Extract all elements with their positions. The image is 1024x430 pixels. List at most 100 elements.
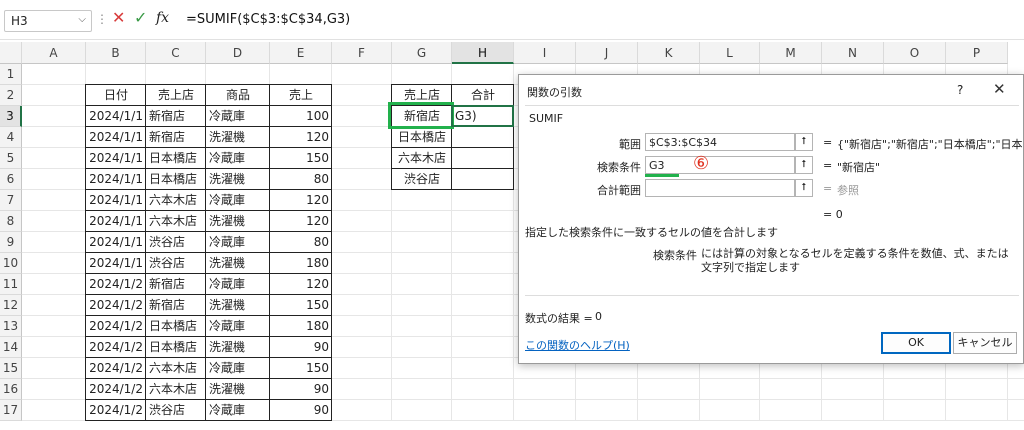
store-cell[interactable]: 六本木店 — [146, 358, 206, 379]
column-header[interactable]: L — [700, 42, 760, 64]
column-header[interactable]: K — [638, 42, 700, 64]
column-header[interactable]: F — [332, 42, 392, 64]
column-header[interactable]: J — [576, 42, 638, 64]
date-cell[interactable]: 2024/1/2 — [86, 295, 146, 316]
sales-cell[interactable]: 120 — [270, 190, 332, 211]
row-header[interactable]: 13 — [0, 316, 22, 337]
summary-store[interactable]: 六本木店 — [392, 148, 452, 169]
row-header[interactable]: 10 — [0, 253, 22, 274]
date-cell[interactable]: 2024/1/1 — [86, 106, 146, 127]
function-help-link[interactable]: この関数のヘルプ(H) — [525, 337, 630, 353]
sales-cell[interactable]: 180 — [270, 316, 332, 337]
column-header[interactable]: G — [392, 42, 452, 64]
summary-store[interactable]: 渋谷店 — [392, 169, 452, 190]
summary-header[interactable]: 合計 — [452, 85, 514, 106]
sales-cell[interactable]: 80 — [270, 232, 332, 253]
date-cell[interactable]: 2024/1/2 — [86, 358, 146, 379]
sales-cell[interactable]: 150 — [270, 148, 332, 169]
cancel-icon[interactable]: ✕ — [112, 8, 125, 27]
sales-cell[interactable]: 90 — [270, 400, 332, 421]
insert-function-icon[interactable]: fx — [156, 10, 169, 26]
table-header[interactable]: 商品 — [206, 85, 270, 106]
range-field[interactable]: $C$3:$C$34 — [645, 133, 795, 151]
date-cell[interactable]: 2024/1/2 — [86, 379, 146, 400]
select-all-corner[interactable] — [0, 42, 22, 64]
product-cell[interactable]: 洗濯機 — [206, 127, 270, 148]
product-cell[interactable]: 洗濯機 — [206, 337, 270, 358]
product-cell[interactable]: 冷蔵庫 — [206, 400, 270, 421]
row-header[interactable]: 16 — [0, 379, 22, 400]
sales-cell[interactable]: 180 — [270, 253, 332, 274]
store-cell[interactable]: 日本橋店 — [146, 169, 206, 190]
ok-button[interactable]: OK — [881, 332, 951, 354]
column-header[interactable]: C — [146, 42, 206, 64]
column-header[interactable]: O — [884, 42, 946, 64]
store-cell[interactable]: 六本木店 — [146, 211, 206, 232]
product-cell[interactable]: 冷蔵庫 — [206, 358, 270, 379]
row-header[interactable]: 15 — [0, 358, 22, 379]
column-header[interactable]: I — [514, 42, 576, 64]
date-cell[interactable]: 2024/1/1 — [86, 190, 146, 211]
store-cell[interactable]: 六本木店 — [146, 379, 206, 400]
product-cell[interactable]: 冷蔵庫 — [206, 106, 270, 127]
sales-cell[interactable]: 150 — [270, 295, 332, 316]
help-icon[interactable]: ? — [957, 83, 963, 97]
store-cell[interactable]: 日本橋店 — [146, 316, 206, 337]
column-header[interactable]: B — [86, 42, 146, 64]
date-cell[interactable]: 2024/1/1 — [86, 148, 146, 169]
row-header[interactable]: 9 — [0, 232, 22, 253]
product-cell[interactable]: 冷蔵庫 — [206, 148, 270, 169]
row-header[interactable]: 3 — [0, 106, 22, 127]
sales-cell[interactable]: 120 — [270, 274, 332, 295]
collapse-icon[interactable]: ⭡ — [795, 133, 813, 151]
sales-cell[interactable]: 90 — [270, 337, 332, 358]
product-cell[interactable]: 冷蔵庫 — [206, 232, 270, 253]
store-cell[interactable]: 日本橋店 — [146, 337, 206, 358]
row-header[interactable]: 1 — [0, 64, 22, 85]
row-header[interactable]: 2 — [0, 85, 22, 106]
row-header[interactable]: 11 — [0, 274, 22, 295]
date-cell[interactable]: 2024/1/1 — [86, 253, 146, 274]
column-header[interactable]: D — [206, 42, 270, 64]
date-cell[interactable]: 2024/1/1 — [86, 211, 146, 232]
sales-cell[interactable]: 120 — [270, 211, 332, 232]
product-cell[interactable]: 洗濯機 — [206, 253, 270, 274]
collapse-icon[interactable]: ⭡ — [795, 179, 813, 197]
column-header[interactable]: N — [822, 42, 884, 64]
store-cell[interactable]: 新宿店 — [146, 295, 206, 316]
row-header[interactable]: 6 — [0, 169, 22, 190]
date-cell[interactable]: 2024/1/2 — [86, 274, 146, 295]
date-cell[interactable]: 2024/1/2 — [86, 316, 146, 337]
date-cell[interactable]: 2024/1/1 — [86, 169, 146, 190]
table-header[interactable]: 売上店 — [146, 85, 206, 106]
enter-icon[interactable]: ✓ — [134, 8, 147, 27]
column-header[interactable]: A — [22, 42, 86, 64]
sum-range-field[interactable] — [645, 179, 795, 197]
store-cell[interactable]: 六本木店 — [146, 190, 206, 211]
row-header[interactable]: 4 — [0, 127, 22, 148]
store-cell[interactable]: 渋谷店 — [146, 400, 206, 421]
date-cell[interactable]: 2024/1/1 — [86, 127, 146, 148]
date-cell[interactable]: 2024/1/1 — [86, 232, 146, 253]
column-header[interactable]: E — [270, 42, 332, 64]
date-cell[interactable]: 2024/1/2 — [86, 337, 146, 358]
sales-cell[interactable]: 100 — [270, 106, 332, 127]
sales-cell[interactable]: 90 — [270, 379, 332, 400]
product-cell[interactable]: 洗濯機 — [206, 169, 270, 190]
column-header[interactable]: P — [946, 42, 1008, 64]
store-cell[interactable]: 渋谷店 — [146, 232, 206, 253]
product-cell[interactable]: 洗濯機 — [206, 295, 270, 316]
sales-cell[interactable]: 80 — [270, 169, 332, 190]
product-cell[interactable]: 洗濯機 — [206, 379, 270, 400]
column-header[interactable]: H — [452, 42, 514, 64]
product-cell[interactable]: 冷蔵庫 — [206, 316, 270, 337]
formula-text[interactable]: =SUMIF($C$3:$C$34,G3) — [186, 12, 350, 27]
column-header[interactable]: M — [760, 42, 822, 64]
store-cell[interactable]: 日本橋店 — [146, 148, 206, 169]
table-header[interactable]: 売上 — [270, 85, 332, 106]
more-options-icon[interactable]: ⋮ — [96, 12, 108, 26]
collapse-icon[interactable]: ⭡ — [795, 156, 813, 174]
sales-cell[interactable]: 150 — [270, 358, 332, 379]
product-cell[interactable]: 洗濯機 — [206, 211, 270, 232]
name-box[interactable]: H3 ⌵ — [4, 10, 92, 32]
